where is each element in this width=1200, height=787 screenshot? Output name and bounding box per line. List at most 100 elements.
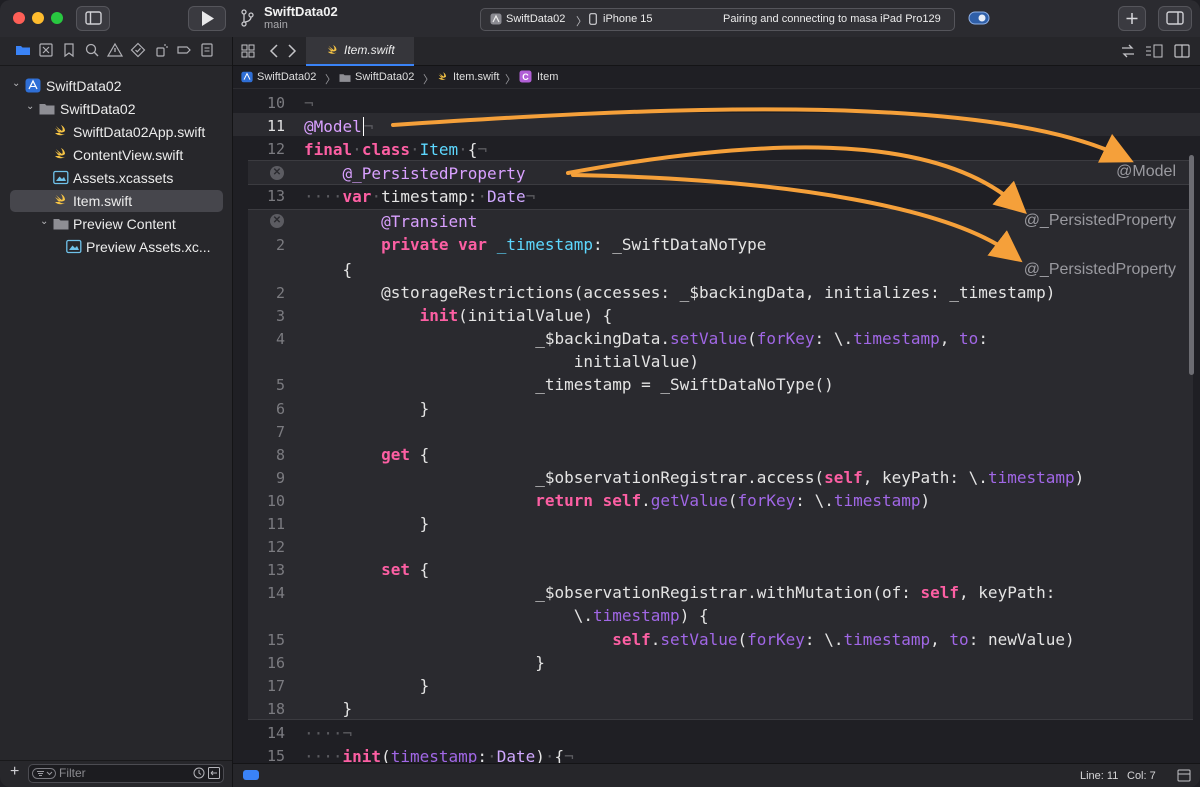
report-icon[interactable] (199, 42, 215, 58)
tree-item-label: ContentView.swift (73, 147, 184, 163)
forward-arrow-icon[interactable] (287, 44, 297, 58)
tree-item-group[interactable]: ⌄ Preview Content (10, 213, 223, 235)
source-control-filter-icon[interactable] (208, 767, 220, 779)
debug-spray-icon[interactable] (153, 42, 169, 58)
recent-files-icon[interactable] (193, 767, 205, 779)
project-navigator: ⌄ SwiftData02 ⌄ SwiftData02 SwiftData02A… (0, 37, 233, 787)
swift-file-icon (327, 44, 338, 54)
tree-item-file[interactable]: ContentView.swift (10, 144, 223, 166)
chevron-down-icon[interactable]: ⌄ (12, 78, 20, 89)
swift-file-icon (55, 125, 66, 136)
project-name[interactable]: SwiftData02 (264, 4, 338, 19)
tree-item-file-selected[interactable]: Item.swift (10, 190, 223, 212)
editor-status-bar: Line: 11 Col: 7 (233, 763, 1200, 787)
tab-label: Item.swift (344, 43, 395, 57)
chevron-down-icon[interactable]: ⌄ (26, 101, 34, 112)
editor-tab-bar: Item.swift (233, 37, 1200, 66)
tab-item-swift[interactable]: Item.swift (306, 37, 414, 66)
folder-icon[interactable] (15, 42, 31, 58)
cloud-status-icon[interactable] (968, 10, 990, 26)
plus-icon (1126, 13, 1138, 24)
filter-options-icon[interactable] (32, 768, 56, 779)
swift-file-icon (438, 72, 447, 80)
svg-text:C: C (522, 72, 529, 82)
activity-status: Pairing and connecting to masa iPad Pro1… (723, 13, 941, 25)
chevron-right-icon: 〉 (423, 74, 434, 86)
tree-item-label: SwiftData02 (60, 101, 136, 117)
tree-item-file[interactable]: Preview Assets.xc... (10, 236, 223, 258)
folder-icon (39, 104, 55, 115)
zoom-window-button[interactable] (51, 12, 63, 24)
breadcrumb-project[interactable]: SwiftData02 (257, 71, 316, 83)
toolbar: SwiftData02 main SwiftData02 〉 iPhone 15… (0, 0, 1200, 38)
warning-icon[interactable] (106, 42, 124, 58)
add-file-button[interactable]: + (10, 763, 19, 781)
tree-item-label: SwiftData02App.swift (73, 124, 206, 140)
tree-item-label: Preview Assets.xc... (86, 239, 211, 255)
filter-placeholder: Filter (59, 766, 86, 780)
bookmark-icon[interactable] (61, 42, 77, 58)
tree-item-label: Item.swift (73, 193, 133, 209)
cursor-line: Line: 11 (1080, 770, 1119, 782)
split-editor-icon[interactable] (1174, 44, 1190, 58)
tree-item-project[interactable]: ⌄ SwiftData02 (10, 75, 223, 97)
xcode-project-icon (25, 78, 41, 93)
scheme-selector[interactable]: SwiftData02 〉 iPhone 15 Pairing and conn… (480, 8, 955, 31)
breakpoint-toggle-icon[interactable] (243, 770, 259, 780)
toggle-inspector-button[interactable] (1158, 6, 1192, 31)
asset-catalog-icon (66, 239, 82, 254)
source-control-icon[interactable] (38, 42, 54, 58)
editor-options-icon[interactable] (1145, 44, 1163, 58)
search-icon[interactable] (84, 42, 100, 58)
tree-item-label: Preview Content (73, 216, 176, 232)
arrow-overlay (391, 107, 1134, 263)
xcode-window: SwiftData02 main SwiftData02 〉 iPhone 15… (0, 0, 1200, 787)
arrow-persisted-2 (571, 173, 1023, 263)
breakpoint-icon[interactable] (176, 42, 192, 58)
class-symbol-icon: C (519, 70, 532, 83)
branch-name: main (264, 19, 288, 31)
breadcrumb-symbol[interactable]: Item (537, 71, 558, 83)
tree-item-group[interactable]: ⌄ SwiftData02 (10, 98, 223, 120)
test-diamond-icon[interactable] (130, 42, 146, 58)
close-window-button[interactable] (13, 12, 25, 24)
navigator-tabs (0, 37, 232, 66)
tree-item-file[interactable]: SwiftData02App.swift (10, 121, 223, 143)
device-name[interactable]: iPhone 15 (603, 13, 653, 25)
play-icon (202, 11, 214, 26)
jump-bar: SwiftData02 〉 SwiftData02 〉 Item.swift 〉… (233, 66, 1200, 89)
breadcrumb-file[interactable]: Item.swift (453, 71, 499, 83)
navigator-filter-bar: + Filter (0, 760, 232, 787)
iphone-icon (589, 13, 597, 25)
back-arrow-icon[interactable] (269, 44, 279, 58)
chevron-right-icon: 〉 (576, 16, 587, 28)
swift-file-icon (55, 194, 66, 205)
tree-item-label: SwiftData02 (46, 78, 122, 94)
inspector-sidebar-icon (1166, 11, 1184, 25)
asset-catalog-icon (53, 170, 69, 185)
branch-icon (240, 8, 254, 28)
folder-icon (339, 74, 351, 82)
chevron-right-icon: 〉 (325, 74, 336, 86)
source-editor[interactable]: ✕ ✕ 10 11 12 13 2 2 3 4 5 6 7 8 9 10 11 12 13 14 15 16… (233, 89, 1200, 763)
related-items-icon[interactable] (1120, 44, 1136, 58)
cursor-col: Col: 7 (1127, 770, 1156, 782)
app-icon (490, 13, 502, 25)
add-library-button[interactable] (1118, 6, 1146, 31)
toggle-navigator-button[interactable] (76, 6, 110, 31)
inspector-toggle-icon[interactable] (1177, 769, 1191, 782)
scheme-name[interactable]: SwiftData02 (506, 13, 565, 25)
swift-file-icon (55, 148, 66, 159)
folder-icon (53, 219, 69, 230)
chevron-down-icon[interactable]: ⌄ (40, 216, 48, 227)
tree-item-file[interactable]: Assets.xcassets (10, 167, 223, 189)
chevron-right-icon: 〉 (505, 74, 516, 86)
filter-input[interactable]: Filter (28, 764, 224, 783)
xcode-project-icon (241, 71, 253, 83)
grid-icon[interactable] (241, 44, 255, 58)
breadcrumb-group[interactable]: SwiftData02 (355, 71, 414, 83)
tree-item-label: Assets.xcassets (73, 170, 174, 186)
sidebar-icon (85, 11, 102, 25)
run-button[interactable] (188, 6, 226, 31)
minimize-window-button[interactable] (32, 12, 44, 24)
